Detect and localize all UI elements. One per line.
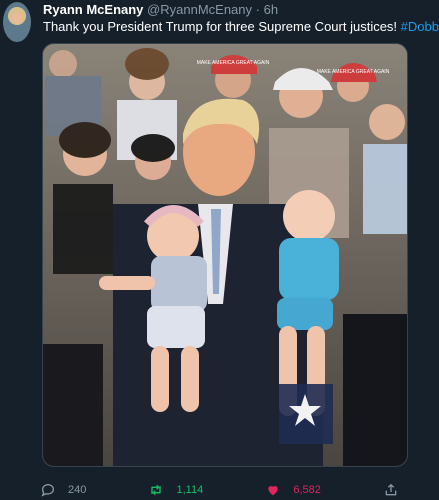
- tweet-body: Thank you President Trump for three Supr…: [43, 19, 401, 34]
- retweet-action[interactable]: 1,114: [148, 482, 203, 498]
- cap-text: MAKE AMERICA GREAT AGAIN: [317, 69, 390, 75]
- tweet-timestamp[interactable]: 6h: [264, 2, 278, 17]
- reply-icon: [41, 483, 55, 497]
- author-name[interactable]: Ryann McEnany: [43, 2, 143, 17]
- header-separator: ·: [255, 2, 260, 17]
- author-handle[interactable]: @RyannMcEnany: [147, 2, 252, 17]
- cap-text: MAKE AMERICA GREAT AGAIN: [197, 60, 270, 66]
- tweet-actions: 240 1,114 6,582: [40, 481, 399, 499]
- like-action[interactable]: 6,582: [265, 482, 321, 498]
- tweet: Ryann McEnany @RyannMcEnany · 6h Thank y…: [0, 0, 439, 500]
- photo-illustration: MAKE AMERICA GREAT AGAIN MAKE AMERICA GR…: [43, 44, 407, 466]
- tweet-photo[interactable]: MAKE AMERICA GREAT AGAIN MAKE AMERICA GR…: [42, 43, 408, 467]
- share-action[interactable]: [383, 482, 399, 498]
- retweet-icon: [151, 484, 162, 496]
- author-avatar[interactable]: [3, 2, 31, 42]
- hashtag-link[interactable]: #Dobbs: [401, 19, 439, 34]
- reply-action[interactable]: 240: [40, 482, 86, 498]
- tweet-header: Ryann McEnany @RyannMcEnany · 6h: [43, 2, 278, 17]
- reply-count: 240: [68, 484, 87, 496]
- heart-icon: [268, 486, 278, 496]
- tweet-text: Thank you President Trump for three Supr…: [43, 19, 439, 34]
- retweet-count: 1,114: [176, 484, 204, 496]
- avatar-face: [12, 12, 22, 24]
- share-icon: [385, 484, 397, 496]
- like-count: 6,582: [293, 484, 321, 496]
